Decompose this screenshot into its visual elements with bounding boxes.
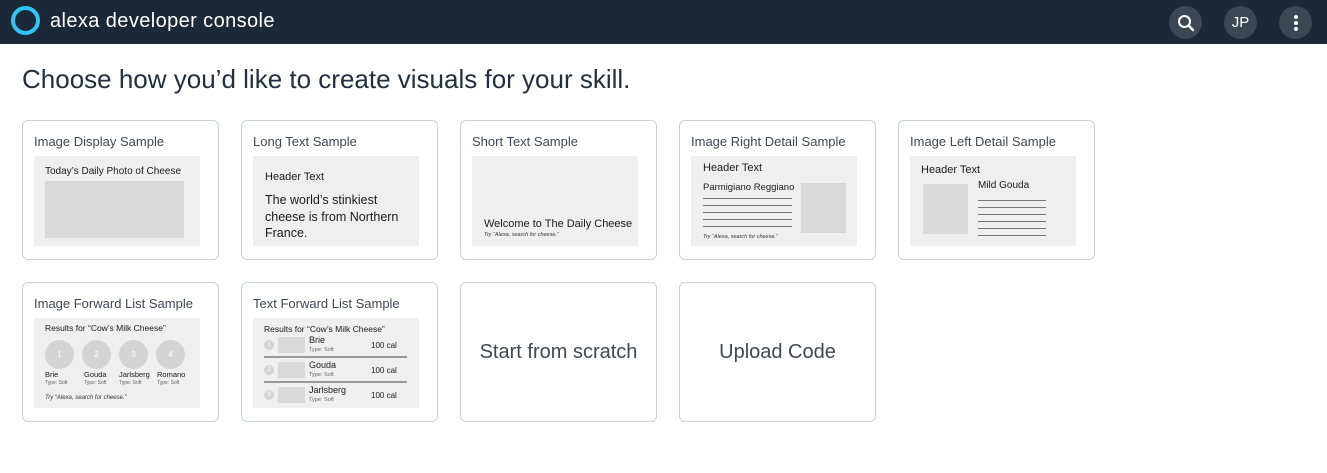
page-title: Choose how you’d like to create visuals … [22,64,631,94]
more-options-button[interactable] [1279,6,1312,39]
start-from-scratch-button[interactable]: Start from scratch [460,282,657,422]
more-vertical-icon [1293,14,1298,31]
list-item-type: Type: Soft [119,380,142,386]
template-preview: Results for “Cow’s Milk Cheese” 1 Brie T… [34,318,200,408]
preview-header: Header Text [921,164,981,176]
card-title: Text Forward List Sample [253,296,400,311]
card-image-forward-list-sample[interactable]: Image Forward List Sample Results for “C… [22,282,219,422]
top-bar: alexa developer console JP [0,0,1327,44]
list-item-type: Type: Soft [157,380,180,386]
card-image-left-detail-sample[interactable]: Image Left Detail Sample Header Text Mil… [898,120,1095,260]
card-title: Long Text Sample [253,134,357,149]
list-item-name: Jarlsberg [119,370,150,379]
row-thumbnail [278,387,305,403]
image-placeholder [801,183,846,233]
template-preview: Today’s Daily Photo of Cheese [34,156,200,246]
preview-header: Results for “Cow’s Milk Cheese” [45,323,166,333]
list-item-name: Romano [157,370,186,379]
card-title: Short Text Sample [472,134,578,149]
upload-code-button[interactable]: Upload Code [679,282,876,422]
preview-hint: Try “Alexa, search for cheese.” [45,395,127,401]
row-divider [264,381,407,383]
card-title: Image Display Sample [34,134,165,149]
list-item-number: 4 [156,340,185,369]
row-name: Gouda [309,360,337,370]
search-icon [1177,14,1194,31]
row-name: Jarlsberg [309,385,347,395]
list-item-number: 2 [82,340,111,369]
list-item-name: Gouda [84,370,107,379]
preview-header: Today’s Daily Photo of Cheese [45,166,182,177]
preview-hint: Try “Alexa, search for cheese.” [703,234,778,240]
row-calories: 100 cal [371,341,397,350]
template-preview: Results for “Cow’s Milk Cheese” 1 Brie T… [253,318,419,408]
row-name: Brie [309,335,326,345]
search-button[interactable] [1169,6,1202,39]
alexa-logo-icon[interactable] [11,6,40,35]
card-image-right-detail-sample[interactable]: Image Right Detail Sample Header Text Pa… [679,120,876,260]
list-item-name: Brie [45,370,59,379]
card-title: Image Right Detail Sample [691,134,846,149]
row-number: 2 [264,365,274,375]
preview-body: The world’s stinkiest cheese is from Nor… [265,193,399,240]
app-title[interactable]: alexa developer console [50,10,275,33]
row-thumbnail [278,362,305,378]
preview-subheader: Parmigiano Reggiano [703,182,795,193]
avatar-button[interactable]: JP [1224,6,1257,39]
row-type: Type: Soft [309,372,334,378]
card-short-text-sample[interactable]: Short Text Sample Welcome to The Daily C… [460,120,657,260]
row-calories: 100 cal [371,391,397,400]
preview-body: Welcome to The Daily Cheese [484,218,633,230]
row-type: Type: Soft [309,347,334,353]
preview-subheader: Mild Gouda [978,180,1030,191]
row-number: 1 [264,340,274,350]
card-title: Image Forward List Sample [34,296,193,311]
image-placeholder [45,181,184,238]
row-calories: 100 cal [371,366,397,375]
list-item-number: 1 [45,340,74,369]
start-from-scratch-label: Start from scratch [479,340,638,363]
template-preview: Header Text Parmigiano Reggiano Try “Ale… [691,156,857,246]
card-image-display-sample[interactable]: Image Display Sample Today’s Daily Photo… [22,120,219,260]
row-divider [264,356,407,358]
list-item-type: Type: Soft [45,380,68,386]
template-preview: Header Text The world’s stinkiest cheese… [253,156,419,246]
row-type: Type: Soft [309,397,334,403]
preview-header: Header Text [703,162,763,174]
image-placeholder [923,184,968,234]
template-preview: Welcome to The Daily Cheese Try “Alexa, … [472,156,638,246]
preview-header: Results for “Cow’s Milk Cheese” [264,324,385,334]
card-text-forward-list-sample[interactable]: Text Forward List Sample Results for “Co… [241,282,438,422]
card-title: Image Left Detail Sample [910,134,1056,149]
list-item-number: 3 [119,340,148,369]
preview-header: Header Text [265,171,325,183]
template-preview: Header Text Mild Gouda [910,156,1076,246]
row-number: 3 [264,390,274,400]
card-long-text-sample[interactable]: Long Text Sample Header Text The world’s… [241,120,438,260]
preview-hint: Try “Alexa, search for cheese.” [484,232,559,238]
upload-code-label: Upload Code [719,340,836,363]
list-item-type: Type: Soft [84,380,107,386]
row-thumbnail [278,337,305,353]
